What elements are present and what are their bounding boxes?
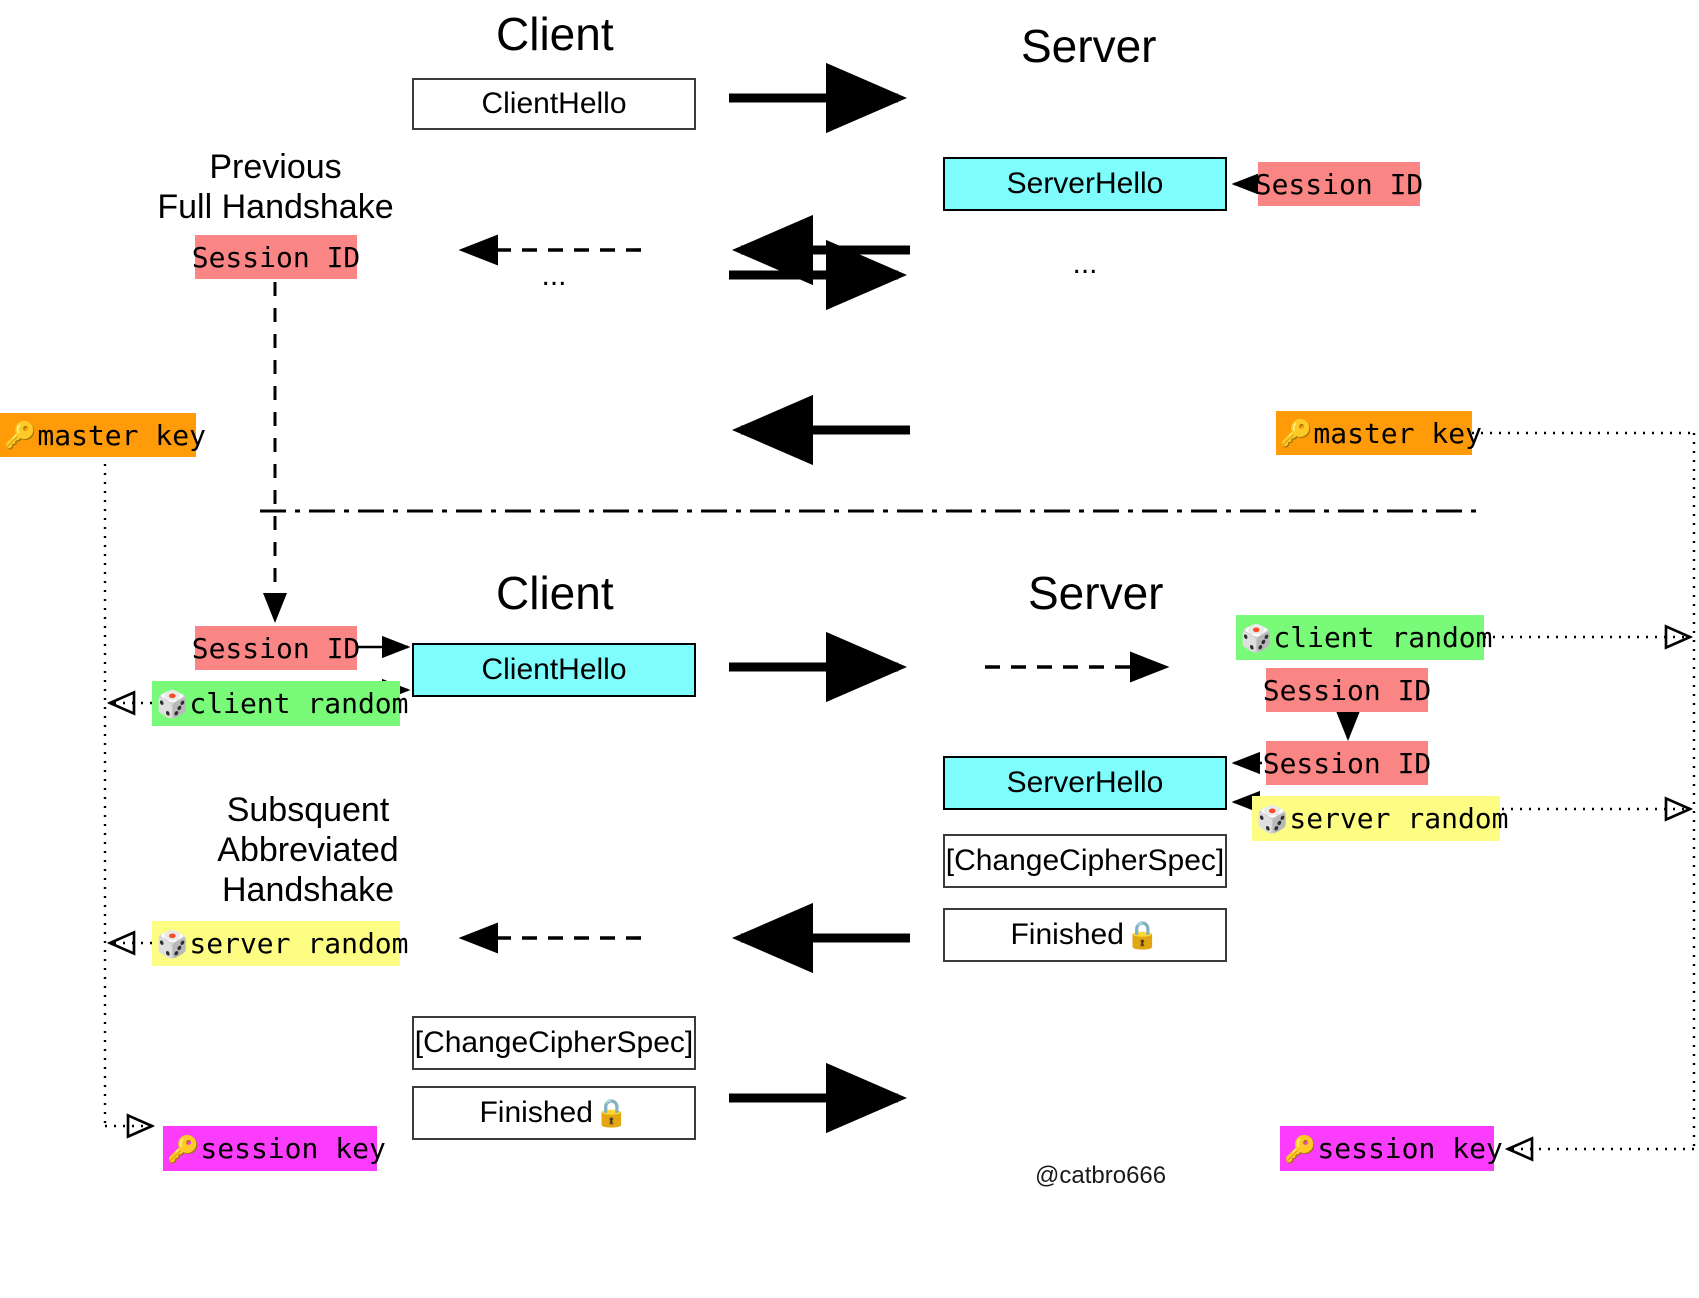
abbrev-server-client-random-label: client random [1273, 621, 1493, 654]
full-handshake-client-ellipsis: ... [541, 259, 567, 292]
abbrev-client-random-label: client random [189, 687, 409, 720]
abbrev-server-client-random: 🎲 client random [1236, 615, 1493, 660]
full-handshake-client-master-key: 🔑 master key [0, 413, 206, 457]
die-icon: 🎲 [1256, 804, 1289, 835]
server-master-key-label: master key [1313, 416, 1482, 450]
abbrev-server-random-label: server random [1289, 802, 1509, 835]
die-icon: 🎲 [1240, 623, 1273, 654]
abbrev-server-session-id-received: Session ID [1263, 668, 1431, 712]
lock-icon: 🔒 [594, 1097, 629, 1129]
full-handshake-client-title: Client [496, 8, 614, 60]
abbrev-client-random: 🎲 client random [152, 681, 409, 726]
full-handshake-server-session-id: Session ID [1255, 162, 1423, 206]
abbrev-client-session-key-label: session key [200, 1132, 386, 1165]
abbrev-serverhello-box[interactable]: ServerHello [943, 756, 1227, 810]
abbrev-client-changecipherspec-box[interactable]: [ChangeCipherSpec] [412, 1016, 696, 1070]
tls-session-resumption-diagram: Client Server ClientHello Previous Full … [0, 0, 1699, 1298]
full-handshake-serverhello-box[interactable]: ServerHello [943, 157, 1227, 211]
abbrev-client-session-key: 🔑 session key [163, 1126, 386, 1171]
abbrev-server-session-key: 🔑 session key [1280, 1126, 1503, 1171]
abbrev-server-finished-box[interactable]: Finished 🔒 [943, 908, 1227, 962]
key-icon: 🔑 [1280, 419, 1313, 449]
abbrev-client-finished-box[interactable]: Finished 🔒 [412, 1086, 696, 1140]
abbrev-server-session-id-resumed: Session ID [1263, 741, 1431, 785]
watermark: @catbro666 [1035, 1162, 1167, 1189]
key-icon: 🔑 [4, 421, 37, 451]
abbrev-client-title: Client [496, 567, 614, 619]
full-handshake-server-master-key: 🔑 master key [1276, 411, 1482, 455]
abbrev-server-title: Server [1028, 567, 1164, 619]
full-handshake-server-ellipsis: ... [1072, 247, 1098, 280]
abbrev-server-changecipherspec-box[interactable]: [ChangeCipherSpec] [943, 834, 1227, 888]
full-handshake-transport-arrows [729, 62, 910, 466]
abbrev-server-finished-label: Finished [1010, 918, 1124, 951]
full-handshake-server-title: Server [1021, 20, 1157, 72]
abbrev-client-session-id: Session ID [192, 626, 360, 670]
abbrev-handshake-caption: Subsquent Abbreviated Handshake [217, 791, 399, 909]
die-icon: 🎲 [156, 929, 189, 960]
full-handshake-caption: Previous Full Handshake [157, 148, 394, 226]
key-icon: 🔑 [1284, 1134, 1317, 1165]
full-handshake-clienthello-box[interactable]: ClientHello [412, 78, 696, 130]
key-icon: 🔑 [167, 1134, 200, 1165]
server-master-key-rail [1472, 431, 1696, 1149]
die-icon: 🎲 [156, 689, 189, 720]
full-handshake-client-session-id: Session ID [192, 235, 360, 279]
client-master-key-label: master key [37, 418, 206, 452]
abbrev-client-server-random: 🎲 server random [152, 921, 409, 966]
abbrev-clienthello-box[interactable]: ClientHello [412, 643, 696, 697]
abbrev-server-session-key-label: session key [1317, 1132, 1503, 1165]
abbrev-client-server-random-label: server random [189, 927, 409, 960]
lock-icon: 🔒 [1125, 919, 1160, 951]
abbrev-server-random: 🎲 server random [1252, 796, 1509, 841]
abbrev-client-finished-label: Finished [479, 1096, 593, 1129]
